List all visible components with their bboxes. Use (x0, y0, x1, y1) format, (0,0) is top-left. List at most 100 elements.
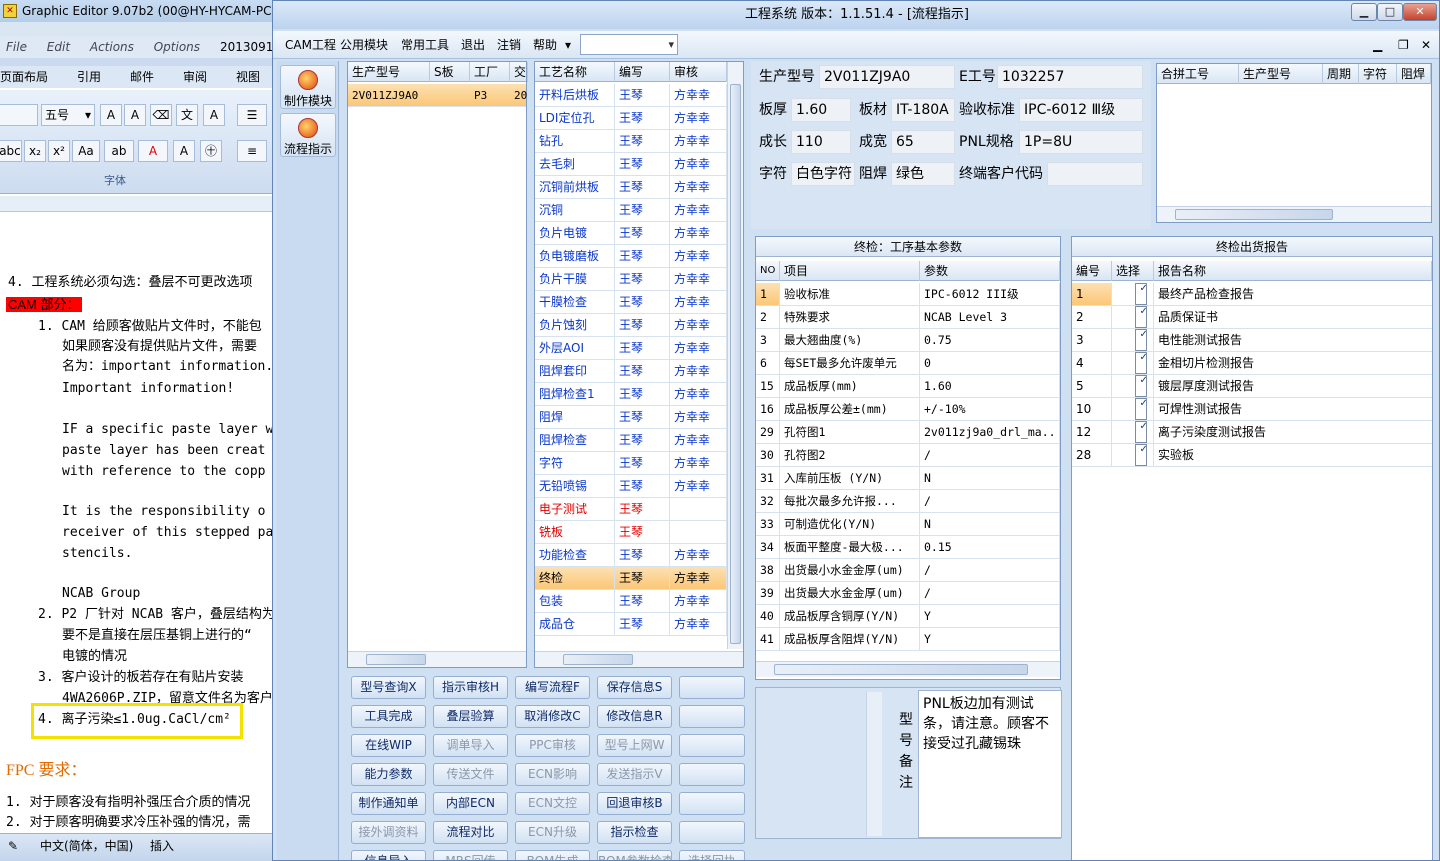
proofing-icon[interactable]: ✎ (8, 834, 18, 858)
font-name-combo[interactable] (0, 104, 38, 126)
table-row[interactable]: 2 ✓ 品质保证书 (1072, 306, 1432, 329)
action-button[interactable]: 指示审核H (433, 676, 508, 699)
report-checkbox[interactable]: ✓ (1134, 421, 1147, 443)
action-button[interactable]: 发送指示V (597, 763, 672, 786)
char-border-icon[interactable]: A (203, 104, 225, 126)
col-writer[interactable]: 编写 (615, 62, 670, 82)
table-row[interactable]: 6 每SET最多允许废单元 0 (756, 352, 1060, 375)
col-merge-silk[interactable]: 字符 (1359, 64, 1397, 84)
table-row[interactable]: 33 可制造优化(Y/N) N (756, 513, 1060, 536)
word-menu-actions[interactable]: Actions (90, 40, 134, 54)
merge-hscroll[interactable] (1157, 206, 1431, 222)
table-row[interactable]: 负片蚀刻 王琴 方幸幸 (535, 314, 727, 337)
field-silkscreen[interactable]: 白色字符 (791, 162, 855, 186)
report-checkbox[interactable]: ✓ (1134, 375, 1147, 397)
phonetic-guide-icon[interactable]: 文 (176, 104, 198, 126)
col-merge-model[interactable]: 生产型号 (1239, 64, 1323, 84)
process-hscroll[interactable] (535, 651, 743, 667)
menu-common-modules[interactable]: 公用模块 (340, 31, 388, 59)
table-row[interactable]: 41 成品板厚含阻焊(Y/N) Y (756, 628, 1060, 651)
action-button[interactable]: 工具完成 (351, 705, 426, 728)
action-button[interactable]: 流程对比 (433, 821, 508, 844)
table-row[interactable]: 字符 王琴 方幸幸 (535, 452, 727, 475)
scroll-thumb[interactable] (563, 654, 633, 665)
action-button[interactable]: 型号查询X (351, 676, 426, 699)
font-size-combo[interactable]: 五号 ▾ (41, 104, 95, 126)
table-row[interactable]: 40 成品板厚含铜厚(Y/N) Y (756, 605, 1060, 628)
action-button[interactable]: 型号上网W (597, 734, 672, 757)
field-customer-code[interactable] (1047, 162, 1143, 186)
col-item[interactable]: 项目 (780, 261, 920, 281)
menu-help[interactable]: 帮助 (533, 31, 557, 59)
table-row[interactable]: 功能检查 王琴 方幸幸 (535, 544, 727, 567)
table-row[interactable]: 38 出货最小水金金厚(um) / (756, 559, 1060, 582)
action-button[interactable]: 在线WIP (351, 734, 426, 757)
action-button[interactable] (679, 763, 745, 786)
col-report-select[interactable]: 选择 (1112, 261, 1154, 281)
field-pnl-spec[interactable]: 1P=8U (1019, 130, 1143, 154)
table-row[interactable]: 沉铜前烘板 王琴 方幸幸 (535, 176, 727, 199)
word-menu-edit[interactable]: Edit (47, 40, 70, 54)
params-hscroll[interactable] (756, 661, 1060, 677)
field-e-number[interactable]: 1032257 (997, 65, 1143, 89)
action-button[interactable] (679, 821, 745, 844)
action-button[interactable]: 能力参数 (351, 763, 426, 786)
change-case-icon[interactable]: Aa (72, 140, 100, 162)
col-report-name[interactable]: 报告名称 (1154, 261, 1432, 281)
chevron-down-icon[interactable]: ▾ (565, 31, 571, 59)
remark-text[interactable]: PNL板边加有测试条，请注意。顾客不接受过孔藏锡珠 (918, 690, 1062, 838)
menu-exit[interactable]: 退出 (461, 31, 485, 59)
word-menu-options[interactable]: Options (154, 40, 200, 54)
scroll-thumb[interactable] (366, 654, 426, 665)
field-width[interactable]: 65 (891, 130, 955, 154)
col-model[interactable]: 生产型号 (348, 62, 430, 82)
action-button[interactable]: 保存信息S (597, 676, 672, 699)
highlight-icon[interactable]: ab (104, 140, 134, 162)
align-left-icon[interactable]: ≡ (237, 140, 267, 162)
table-row[interactable]: 负电镀磨板 王琴 方幸幸 (535, 245, 727, 268)
action-button[interactable] (679, 676, 745, 699)
table-row[interactable]: 34 板面平整度-最大极... 0.15 (756, 536, 1060, 559)
menu-combo-box[interactable] (580, 31, 678, 59)
menu-logout[interactable]: 注销 (497, 31, 521, 59)
action-button[interactable]: 修改信息R (597, 705, 672, 728)
report-checkbox[interactable]: ✓ (1134, 444, 1147, 466)
ribbon-tab-mailings[interactable]: 邮件 (130, 66, 154, 88)
bullets-icon[interactable]: ☰ (237, 104, 267, 126)
char-shading-icon[interactable]: A (173, 140, 195, 162)
shrink-font-icon[interactable]: A (124, 104, 146, 126)
table-row[interactable]: 包装 王琴 方幸幸 (535, 590, 727, 613)
action-button[interactable]: 编写流程F (515, 676, 590, 699)
table-row[interactable]: 阻焊 王琴 方幸幸 (535, 406, 727, 429)
field-acceptance-standard[interactable]: IPC-6012 Ⅲ级 (1019, 98, 1143, 122)
action-button[interactable]: BOM参数检查 (597, 850, 672, 860)
mdi-close-icon[interactable]: ✕ (1421, 31, 1431, 59)
table-row[interactable]: 负片干膜 王琴 方幸幸 (535, 268, 727, 291)
action-button[interactable]: ECN影响 (515, 763, 590, 786)
tool-make-module[interactable]: 制作模块 (280, 65, 336, 109)
table-row[interactable]: 15 成品板厚(mm) 1.60 (756, 375, 1060, 398)
maximize-icon[interactable]: □ (1377, 3, 1403, 21)
table-row[interactable]: 32 每批次最多允许报... / (756, 490, 1060, 513)
col-report-no[interactable]: 编号 (1072, 261, 1112, 281)
field-solder-mask[interactable]: 绿色 (891, 162, 955, 186)
table-row[interactable]: 1 ✓ 最终产品检查报告 (1072, 283, 1432, 306)
table-row[interactable]: 沉铜 王琴 方幸幸 (535, 199, 727, 222)
col-merge-job[interactable]: 合拼工号 (1157, 64, 1239, 84)
menu-tools[interactable]: 常用工具 (401, 31, 449, 59)
table-row[interactable]: 铣板 王琴 (535, 521, 727, 544)
action-button[interactable] (679, 792, 745, 815)
table-row[interactable]: 5 ✓ 镀层厚度测试报告 (1072, 375, 1432, 398)
action-button[interactable] (679, 705, 745, 728)
strikethrough-icon[interactable]: abc (0, 140, 22, 162)
ribbon-tab-references[interactable]: 引用 (77, 66, 101, 88)
table-row[interactable]: 阻焊检查 王琴 方幸幸 (535, 429, 727, 452)
table-row[interactable]: 无铅喷锡 王琴 方幸幸 (535, 475, 727, 498)
superscript-icon[interactable]: x² (48, 140, 70, 162)
action-button[interactable]: 指示检查 (597, 821, 672, 844)
table-row[interactable]: 干膜检查 王琴 方幸幸 (535, 291, 727, 314)
mdi-minimize-icon[interactable]: ▁ (1373, 31, 1382, 59)
word-menu-file[interactable]: File (6, 40, 27, 54)
action-button[interactable]: 回退审核B (597, 792, 672, 815)
table-row[interactable]: 12 ✓ 离子污染度测试报告 (1072, 421, 1432, 444)
